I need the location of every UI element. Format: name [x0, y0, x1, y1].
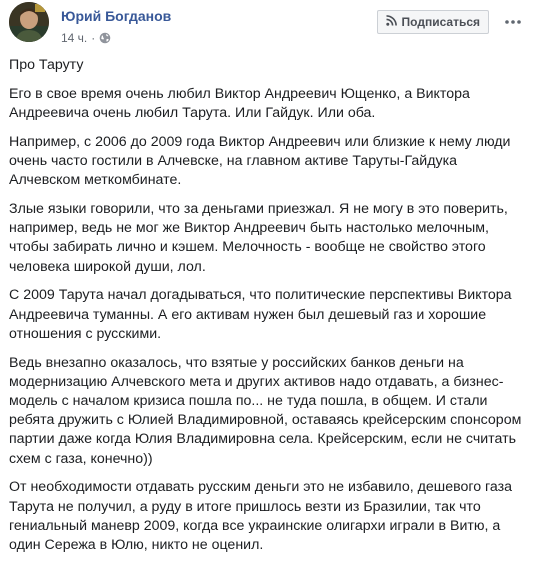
- post-paragraph: От необходимости отдавать русским деньги…: [9, 479, 513, 554]
- post-meta: 14 ч. ·: [61, 31, 111, 45]
- avatar[interactable]: [9, 2, 49, 42]
- post-body: Про Таруту Его в свое время очень любил …: [9, 56, 531, 565]
- meta-separator: ·: [91, 31, 96, 45]
- globe-icon: [99, 32, 111, 44]
- post-header: Юрий Богданов 14 ч. · Подписаться: [9, 2, 529, 52]
- author-name[interactable]: Юрий Богданов: [61, 8, 171, 24]
- rss-icon: [385, 15, 397, 29]
- post-paragraph: Злые языки говорили, что за деньгами при…: [9, 201, 508, 275]
- avatar-image: [9, 2, 49, 42]
- post-paragraph: Его в свое время очень любил Виктор Андр…: [9, 85, 470, 121]
- subscribe-button[interactable]: Подписаться: [376, 10, 489, 34]
- subscribe-label: Подписаться: [401, 15, 480, 29]
- post-paragraph: Про Таруту: [9, 57, 84, 73]
- facebook-post: Юрий Богданов 14 ч. · Подписаться Про Та…: [0, 0, 538, 585]
- post-paragraph: Ведь внезапно оказалось, что взятые у ро…: [9, 354, 522, 467]
- post-paragraph: С 2009 Тарута начал догадываться, что по…: [9, 287, 512, 342]
- post-time[interactable]: 14 ч.: [61, 31, 87, 45]
- more-options-icon[interactable]: [499, 8, 527, 36]
- post-paragraph: Например, с 2006 до 2009 года Виктор Анд…: [9, 133, 511, 189]
